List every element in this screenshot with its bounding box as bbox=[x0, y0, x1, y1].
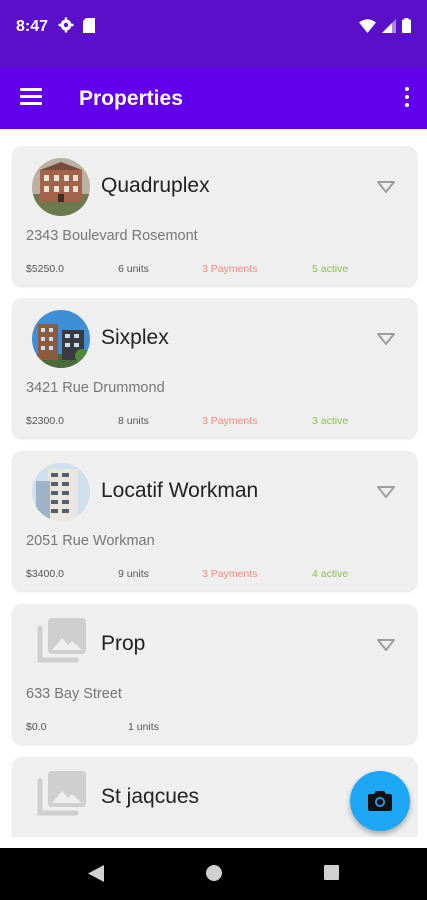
property-active: 5 active bbox=[312, 263, 349, 275]
battery-icon bbox=[402, 18, 411, 33]
expand-chevron-icon[interactable] bbox=[377, 180, 395, 193]
property-list: Quadruplex 2343 Boulevard Rosemont $5250… bbox=[0, 129, 427, 837]
property-address: 2051 Rue Workman bbox=[26, 533, 155, 549]
property-address: 633 Bay Street bbox=[26, 686, 122, 702]
wifi-icon bbox=[359, 18, 376, 33]
status-icons bbox=[359, 18, 411, 33]
property-card[interactable]: Quadruplex 2343 Boulevard Rosemont $5250… bbox=[12, 146, 417, 286]
property-name: Prop bbox=[101, 632, 146, 655]
image-placeholder-icon bbox=[34, 616, 92, 674]
property-units: 6 units bbox=[118, 263, 149, 275]
property-address: 3421 Rue Drummond bbox=[26, 380, 165, 396]
image-placeholder-icon bbox=[34, 769, 92, 827]
property-units: 8 units bbox=[118, 415, 149, 427]
cell-signal-icon bbox=[382, 18, 396, 33]
property-payments: 3 Payments bbox=[202, 415, 258, 427]
expand-chevron-icon[interactable] bbox=[377, 332, 395, 345]
camera-fab-button[interactable] bbox=[350, 771, 410, 831]
property-stats: $2300.0 8 units 3 Payments 3 active bbox=[26, 415, 406, 429]
hamburger-menu-icon[interactable] bbox=[20, 88, 42, 108]
property-active: 4 active bbox=[312, 568, 349, 580]
property-price: $3400.0 bbox=[26, 568, 64, 580]
property-card[interactable]: Locatif Workman 2051 Rue Workman $3400.0… bbox=[12, 451, 417, 591]
property-units: 1 units bbox=[128, 721, 159, 733]
overflow-menu-icon[interactable] bbox=[403, 87, 411, 109]
property-address: 2343 Boulevard Rosemont bbox=[26, 228, 198, 244]
system-nav-bar bbox=[0, 848, 427, 900]
property-name: Quadruplex bbox=[101, 174, 210, 197]
expand-chevron-icon[interactable] bbox=[377, 485, 395, 498]
property-price: $5250.0 bbox=[26, 263, 64, 275]
property-stats: $3400.0 9 units 3 Payments 4 active bbox=[26, 568, 406, 582]
sd-card-icon bbox=[83, 18, 95, 38]
property-price: $2300.0 bbox=[26, 415, 64, 427]
recent-apps-icon[interactable] bbox=[324, 865, 339, 880]
camera-icon bbox=[368, 791, 392, 811]
app-bar: Properties bbox=[0, 68, 427, 129]
property-active: 3 active bbox=[312, 415, 349, 427]
property-stats: $5250.0 6 units 3 Payments 5 active bbox=[26, 263, 406, 277]
property-card[interactable]: Prop 633 Bay Street $0.0 1 units bbox=[12, 604, 417, 744]
status-time: 8:47 bbox=[16, 18, 49, 35]
home-icon[interactable] bbox=[206, 865, 222, 881]
property-payments: 3 Payments bbox=[202, 568, 258, 580]
property-payments: 3 Payments bbox=[202, 263, 258, 275]
property-name: Locatif Workman bbox=[101, 479, 259, 502]
property-name: Sixplex bbox=[101, 326, 169, 349]
property-photo bbox=[32, 158, 90, 216]
property-price: $0.0 bbox=[26, 721, 47, 733]
settings-gear-icon bbox=[58, 17, 74, 38]
property-card[interactable]: Sixplex 3421 Rue Drummond $2300.0 8 unit… bbox=[12, 298, 417, 438]
page-title: Properties bbox=[79, 87, 183, 110]
property-units: 9 units bbox=[118, 568, 149, 580]
back-icon[interactable] bbox=[88, 865, 104, 882]
status-bar: 8:47 bbox=[0, 0, 427, 68]
property-photo bbox=[32, 463, 90, 521]
property-name: St jaqcues bbox=[101, 785, 200, 808]
expand-chevron-icon[interactable] bbox=[377, 638, 395, 651]
property-stats: $0.0 1 units bbox=[26, 721, 406, 735]
property-photo bbox=[32, 310, 90, 368]
